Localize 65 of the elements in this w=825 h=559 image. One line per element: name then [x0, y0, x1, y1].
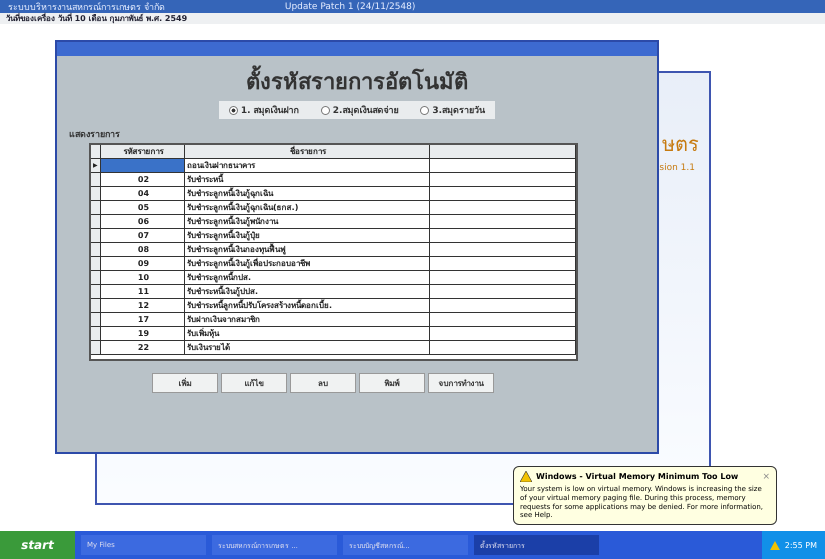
- row-header[interactable]: [91, 313, 101, 326]
- table-cell: รับชำระลูกหนี้เงินกู้ปุ๋ย: [185, 229, 430, 242]
- action-button[interactable]: จบการทำงาน: [428, 373, 494, 393]
- table-cell: รับชำระลูกหนี้เงินกู้ฉุกเฉิน: [185, 187, 430, 200]
- table-cell: 08: [101, 243, 185, 256]
- table-cell: 22: [101, 341, 185, 354]
- warning-icon: [770, 540, 780, 550]
- radio-button[interactable]: [228, 106, 238, 114]
- table-cell: รับชำระลูกหนี้เงินกู้พนักงาน: [185, 215, 430, 228]
- table-cell: รับชำระหนี้ลูกหนี้ปรับโครงสร้างหนี้ดอกเบี้ย.: [185, 299, 430, 312]
- row-header[interactable]: [91, 327, 101, 340]
- action-button[interactable]: พิมพ์: [359, 373, 425, 393]
- row-header[interactable]: [91, 229, 101, 242]
- row-header[interactable]: [91, 299, 101, 312]
- radio-label[interactable]: 1. สมุดเงินฝาก: [240, 103, 299, 117]
- table-cell: 02: [101, 173, 185, 186]
- table-cell: รับชำระลูกหนี้เงินกู้ฉุกเฉิน(ธกส.): [185, 201, 430, 214]
- row-header[interactable]: [91, 271, 101, 284]
- row-header[interactable]: [91, 257, 101, 270]
- table-cell: 19: [101, 327, 185, 340]
- action-button[interactable]: ลบ: [290, 373, 356, 393]
- table-cell: รับเพิ่มหุ้น: [185, 327, 430, 340]
- date-text: วันที่ของเครื่อง วันที่ 10 เดือน กุมภาพันธ์ พ.ศ. 2549: [6, 12, 188, 25]
- table-cell: รับชำระหนี้: [185, 173, 430, 186]
- table-cell: 12: [101, 299, 185, 312]
- clock: 2:55 PM: [784, 540, 817, 550]
- radio-button[interactable]: [420, 106, 430, 114]
- row-header[interactable]: [91, 243, 101, 256]
- row-header[interactable]: [91, 341, 101, 354]
- group-label: แสดงรายการ: [69, 129, 121, 141]
- table-cell: 05: [101, 201, 185, 214]
- app-title: ระบบบริหารงานสหกรณ์การเกษตร จำกัด: [8, 1, 165, 12]
- warning-icon: [520, 471, 532, 482]
- row-header[interactable]: [91, 173, 101, 186]
- table-cell: รับชำระลูกหนี้กปส.: [185, 271, 430, 284]
- row-header[interactable]: [91, 215, 101, 228]
- radio-button[interactable]: [320, 106, 330, 114]
- table-cell: รับฝากเงินจากสมาชิก: [185, 313, 430, 326]
- table-cell: 09: [101, 257, 185, 270]
- table-cell: รับชำระหนี้เงินกู้ปปส.: [185, 285, 430, 298]
- table-cell: 10: [101, 271, 185, 284]
- start-button[interactable]: start: [0, 531, 75, 559]
- action-button[interactable]: แก้ไข: [221, 373, 287, 393]
- row-header[interactable]: [91, 187, 101, 200]
- table-cell: 07: [101, 229, 185, 242]
- row-header[interactable]: [91, 201, 101, 214]
- action-button[interactable]: เพิ่ม: [152, 373, 218, 393]
- patch-label: Update Patch 1 (24/11/2548): [284, 2, 416, 12]
- table-cell: รับเงินรายได้: [185, 341, 430, 354]
- table-cell: ถอนเงินฝากธนาคาร: [185, 159, 430, 172]
- balloon-title: Windows - Virtual Memory Minimum Too Low: [536, 472, 740, 481]
- table-cell: รับชำระลูกหนี้เงินกู้เพื่อประกอบอาชีพ: [185, 257, 430, 270]
- version-text: sion 1.1: [659, 163, 695, 173]
- form-title: ตั้งรหัสรายการอัตโนมัติ: [57, 64, 657, 99]
- back-window-title: ษตร: [662, 133, 699, 155]
- table-cell: 17: [101, 313, 185, 326]
- table-cell: 11: [101, 285, 185, 298]
- column-header[interactable]: ชื่อรายการ: [185, 145, 430, 158]
- row-header[interactable]: [91, 285, 101, 298]
- table-cell: รับชำระลูกหนี้เงินกองทุนฟื้นฟู: [185, 243, 430, 256]
- radio-label[interactable]: 3.สมุดรายวัน: [432, 103, 486, 117]
- table-cell: 06: [101, 215, 185, 228]
- radio-label[interactable]: 2.สมุดเงินสดจ่าย: [332, 103, 398, 117]
- table-cell: 04: [101, 187, 185, 200]
- column-header[interactable]: รหัสรายการ: [101, 145, 185, 158]
